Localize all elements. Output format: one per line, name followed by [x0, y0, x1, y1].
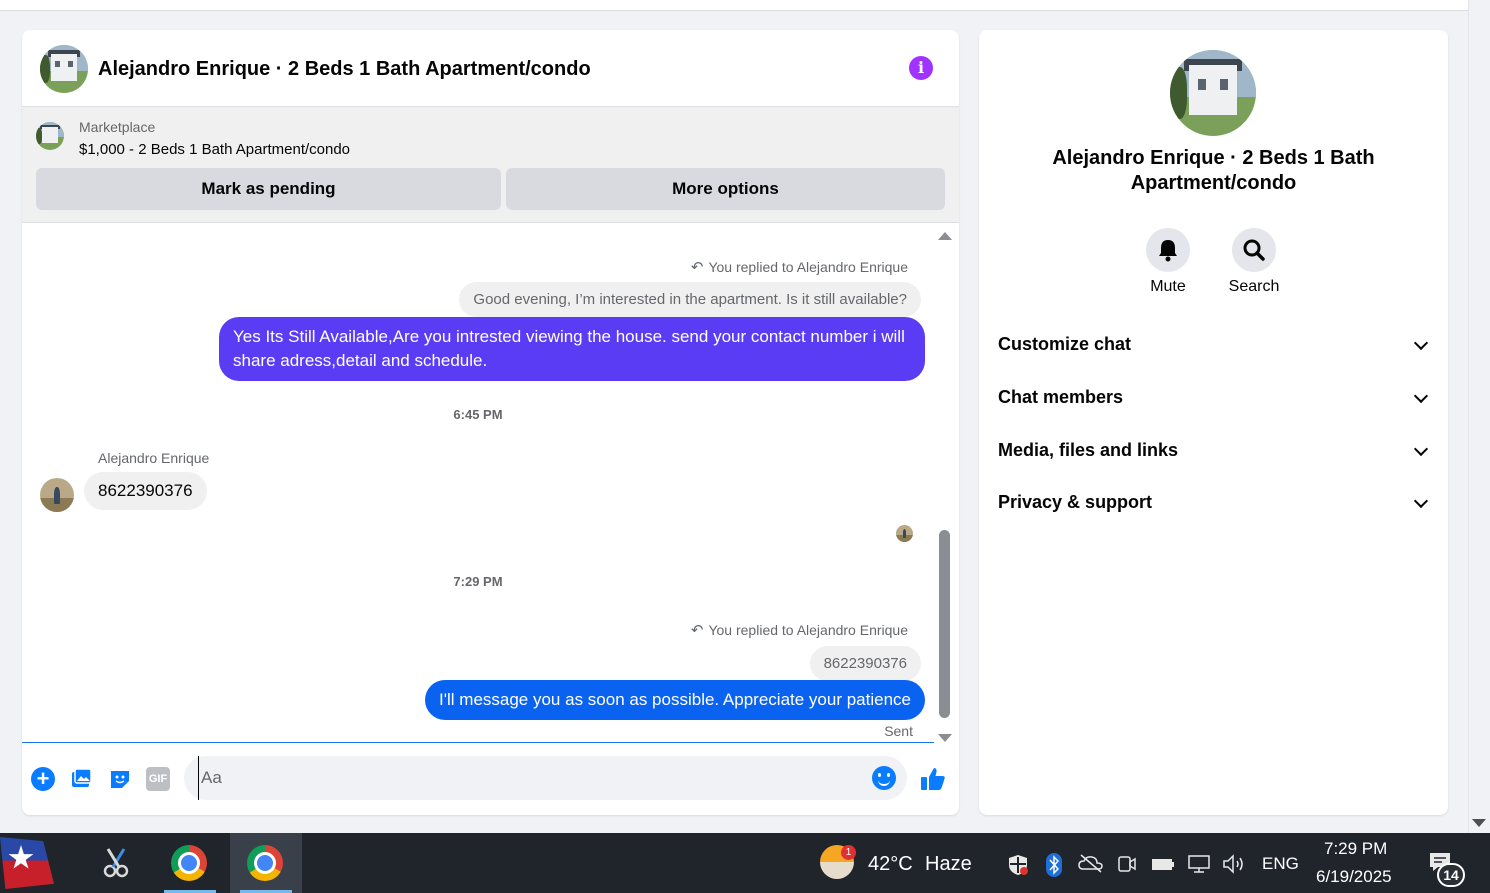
section-privacy-support[interactable]: Privacy & support — [998, 484, 1430, 524]
sender-name: Alejandro Enrique — [98, 450, 210, 466]
chrome-profile-app[interactable] — [230, 833, 302, 893]
scroll-down-arrow[interactable] — [938, 734, 952, 742]
chrome-app[interactable] — [154, 833, 226, 893]
chat-scrollbar[interactable] — [936, 224, 954, 742]
snipping-tool-app[interactable] — [80, 833, 152, 893]
network-icon[interactable] — [1186, 853, 1212, 880]
taskbar: 1 42°C Haze ENG 7:29 PM 6/19/2025 14 — [0, 833, 1490, 893]
chevron-down-icon — [1413, 388, 1429, 404]
chrome-icon — [171, 845, 207, 881]
details-panel: Alejandro Enrique · 2 Beds 1 Bath Apartm… — [979, 30, 1448, 815]
reply-icon: ↶ — [690, 622, 704, 639]
bluetooth-icon[interactable] — [1046, 853, 1062, 882]
seen-avatar — [896, 525, 913, 542]
plus-icon[interactable]: + — [31, 767, 55, 791]
bell-icon — [1159, 240, 1177, 262]
onedrive-icon[interactable] — [1078, 853, 1104, 878]
more-options-button[interactable]: More options — [506, 168, 945, 210]
language-indicator[interactable]: ENG — [1262, 854, 1299, 874]
details-title: Alejandro Enrique · 2 Beds 1 Bath Apartm… — [1052, 147, 1375, 194]
section-customize-chat[interactable]: Customize chat — [998, 326, 1430, 366]
reply-note: ↶ You replied to Alejandro Enrique — [690, 622, 908, 639]
chevron-down-icon — [1413, 493, 1429, 509]
scroll-up-arrow[interactable] — [938, 232, 952, 240]
chat-title[interactable]: Alejandro Enrique · 2 Beds 1 Bath Apartm… — [98, 58, 591, 81]
browser-top-strip — [0, 0, 1468, 11]
clock-date[interactable]: 6/19/2025 — [1316, 867, 1392, 887]
listing-large-avatar[interactable] — [1170, 50, 1256, 136]
quoted-message[interactable]: 8622390376 — [809, 646, 921, 681]
battery-icon[interactable] — [1150, 853, 1176, 880]
search-icon — [1243, 239, 1265, 261]
composer: + GIF — [22, 743, 959, 815]
outgoing-message[interactable]: I'll message you as soon as possible. Ap… — [425, 680, 925, 720]
timestamp: 6:45 PM — [453, 407, 503, 422]
sent-status: Sent — [884, 723, 913, 739]
timestamp: 7:29 PM — [453, 574, 503, 589]
reply-icon: ↶ — [690, 259, 704, 276]
quoted-message[interactable]: Good evening, I’m interested in the apar… — [459, 282, 921, 317]
scroll-down-arrow[interactable] — [1472, 819, 1486, 827]
outgoing-message[interactable]: Yes Its Still Available,Are you intreste… — [219, 317, 925, 381]
sender-avatar[interactable] — [40, 478, 74, 512]
volume-icon[interactable] — [1221, 853, 1247, 880]
message-list: ↶ You replied to Alejandro Enrique Good e… — [22, 224, 934, 742]
chevron-down-icon — [1413, 441, 1429, 457]
section-media-files-links[interactable]: Media, files and links — [998, 432, 1430, 472]
search-label: Search — [1228, 278, 1280, 295]
mark-as-pending-button[interactable]: Mark as pending — [36, 168, 501, 210]
emoji-icon[interactable] — [872, 766, 896, 790]
flag-icon[interactable] — [0, 837, 54, 889]
security-shield-icon[interactable] — [1006, 853, 1030, 882]
chat-panel: Alejandro Enrique · 2 Beds 1 Bath Apartm… — [22, 30, 959, 815]
listing-thumbnail[interactable] — [36, 122, 64, 150]
scroll-thumb[interactable] — [939, 530, 950, 718]
chevron-down-icon — [1413, 335, 1429, 351]
message-input-box[interactable] — [184, 756, 907, 800]
search-button[interactable] — [1232, 228, 1276, 272]
marketplace-banner: Marketplace $1,000 - 2 Beds 1 Bath Apart… — [22, 107, 959, 223]
camera-icon[interactable] — [1117, 853, 1137, 880]
scissors-icon — [103, 848, 129, 878]
weather-badge: 1 — [841, 845, 856, 860]
temperature[interactable]: 42°C — [868, 853, 913, 876]
reply-note: ↶ You replied to Alejandro Enrique — [690, 259, 908, 276]
mute-label: Mute — [1150, 278, 1186, 295]
like-icon[interactable] — [919, 765, 947, 793]
page-scrollbar[interactable] — [1468, 0, 1490, 833]
sticker-icon[interactable] — [108, 767, 132, 791]
weather-condition[interactable]: Haze — [925, 853, 972, 876]
listing-title[interactable]: $1,000 - 2 Beds 1 Bath Apartment/condo — [79, 141, 350, 158]
incoming-message[interactable]: 8622390376 — [84, 472, 207, 510]
photo-icon[interactable] — [69, 767, 93, 791]
notifications-count: 14 — [1437, 863, 1465, 887]
marketplace-label: Marketplace — [79, 119, 156, 135]
section-chat-members[interactable]: Chat members — [998, 379, 1430, 419]
chrome-icon — [247, 845, 283, 881]
chat-header: Alejandro Enrique · 2 Beds 1 Bath Apartm… — [22, 30, 959, 107]
info-icon[interactable]: i — [909, 56, 933, 80]
clock-time[interactable]: 7:29 PM — [1324, 839, 1387, 859]
gif-icon[interactable]: GIF — [146, 767, 170, 791]
message-input[interactable] — [198, 756, 858, 800]
listing-avatar[interactable] — [40, 45, 88, 93]
mute-button[interactable] — [1146, 228, 1190, 272]
